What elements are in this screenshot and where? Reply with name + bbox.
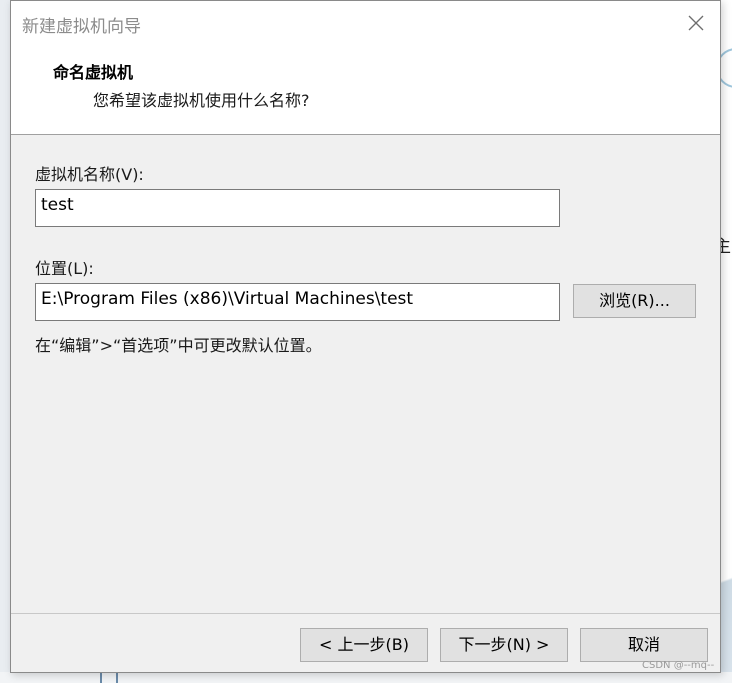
location-label: 位置(L): [35,259,94,278]
vm-name-label: 虚拟机名称(V): [35,165,144,184]
close-button[interactable] [684,11,708,35]
page-title: 命名虚拟机 [53,63,134,82]
cancel-button[interactable]: 取消 [580,628,708,662]
next-button[interactable]: 下一步(N) > [440,628,568,662]
location-hint: 在“编辑”>“首选项”中可更改默认位置。 [35,336,322,355]
title-bar: 新建虚拟机向导 [11,1,720,45]
close-icon [688,15,704,31]
watermark: CSDN @--mq-- [642,660,715,671]
new-vm-wizard-dialog: 新建虚拟机向导 命名虚拟机 您希望该虚拟机使用什么名称? 虚拟机名称(V): t… [10,0,721,673]
dialog-title: 新建虚拟机向导 [22,17,141,37]
location-input[interactable]: E:\Program Files (x86)\Virtual Machines\… [35,283,560,321]
wizard-header: 命名虚拟机 您希望该虚拟机使用什么名称? [11,45,720,135]
back-button[interactable]: < 上一步(B) [300,628,428,662]
vm-name-input[interactable]: test [35,189,560,227]
browse-button[interactable]: 浏览(R)... [573,284,696,318]
footer-divider [11,613,720,614]
taskbar-item [100,672,118,683]
page-subtitle: 您希望该虚拟机使用什么名称? [93,91,310,110]
